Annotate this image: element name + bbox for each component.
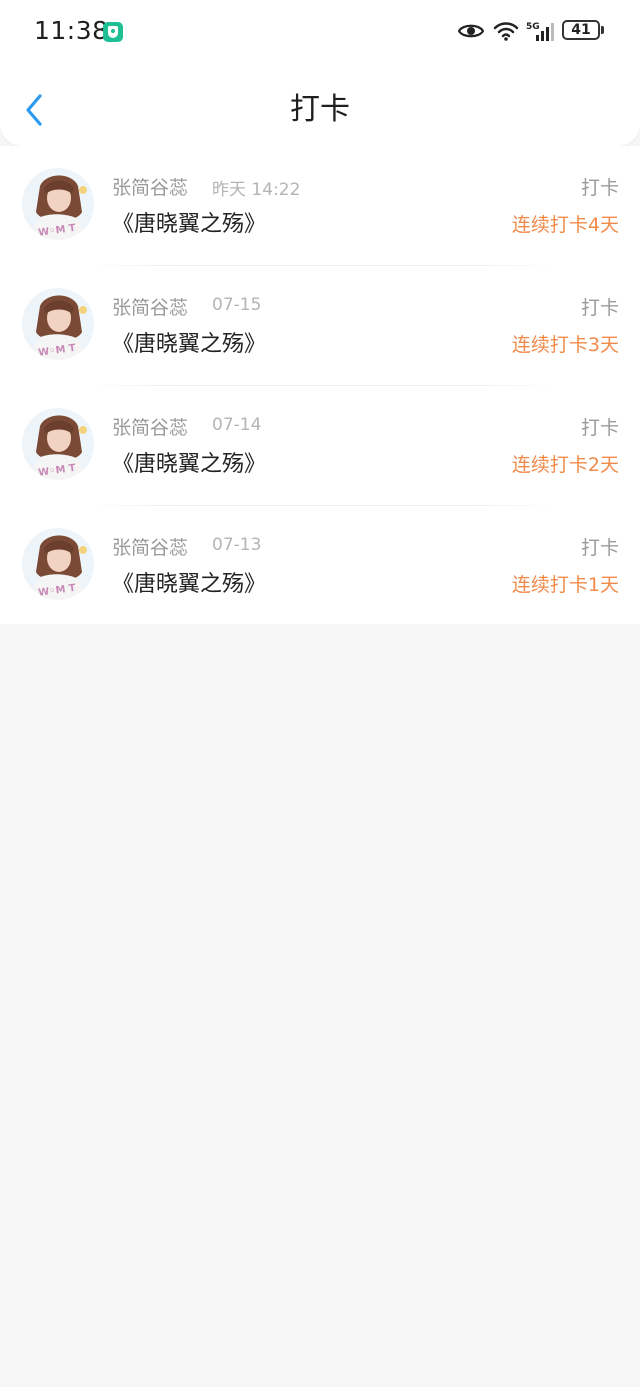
signal-icon: 5G: [526, 22, 554, 41]
list-item[interactable]: W◦M T 张简谷蕊 07-15 《唐晓翼之殇》 打卡 连续打卡3天: [0, 266, 640, 386]
avatar[interactable]: W◦M T: [22, 288, 94, 360]
avatar[interactable]: W◦M T: [22, 408, 94, 480]
book-title[interactable]: 《唐晓翼之殇》: [112, 446, 266, 478]
streak-label: 连续打卡1天: [511, 574, 619, 596]
list-item[interactable]: W◦M T 张简谷蕊 昨天 14:22 《唐晓翼之殇》 打卡 连续打卡4天: [0, 146, 640, 266]
book-title[interactable]: 《唐晓翼之殇》: [112, 326, 266, 358]
streak-label: 连续打卡2天: [511, 454, 619, 476]
post-time: 07-14: [212, 415, 262, 435]
avatar[interactable]: W◦M T: [22, 528, 94, 600]
book-title[interactable]: 《唐晓翼之殇》: [112, 206, 266, 238]
list-item[interactable]: W◦M T 张简谷蕊 07-13 《唐晓翼之殇》 打卡 连续打卡1天: [0, 506, 640, 626]
status-bar: 11:38 5G 41: [0, 0, 640, 64]
wifi-icon: [493, 22, 519, 41]
book-title[interactable]: 《唐晓翼之殇》: [112, 566, 266, 598]
user-name[interactable]: 张简谷蕊: [112, 293, 188, 320]
user-name[interactable]: 张简谷蕊: [112, 533, 188, 560]
checkin-type-label: 打卡: [580, 537, 619, 559]
streak-label: 连续打卡4天: [511, 214, 619, 236]
user-name[interactable]: 张简谷蕊: [112, 173, 188, 200]
battery-level: 41: [562, 20, 600, 40]
network-type: 5G: [526, 22, 540, 32]
app-header: 11:38 5G 41 打卡: [0, 0, 640, 146]
avatar[interactable]: W◦M T: [22, 168, 94, 240]
list-item[interactable]: W◦M T 张简谷蕊 07-14 《唐晓翼之殇》 打卡 连续打卡2天: [0, 386, 640, 506]
post-time: 07-13: [212, 535, 262, 555]
page-title: 打卡: [290, 92, 350, 127]
eye-icon: [458, 24, 484, 38]
battery-icon: 41: [562, 20, 606, 42]
checkin-type-label: 打卡: [580, 177, 619, 199]
status-time: 11:38: [34, 16, 109, 45]
checkin-type-label: 打卡: [580, 417, 619, 439]
user-name[interactable]: 张简谷蕊: [112, 413, 188, 440]
streak-label: 连续打卡3天: [511, 334, 619, 356]
checkin-type-label: 打卡: [580, 297, 619, 319]
post-time: 07-15: [212, 295, 262, 315]
post-time: 昨天 14:22: [212, 180, 301, 200]
checkin-list: W◦M T 张简谷蕊 昨天 14:22 《唐晓翼之殇》 打卡 连续打卡4天 W◦…: [0, 146, 640, 624]
shield-check-icon: [103, 22, 123, 42]
